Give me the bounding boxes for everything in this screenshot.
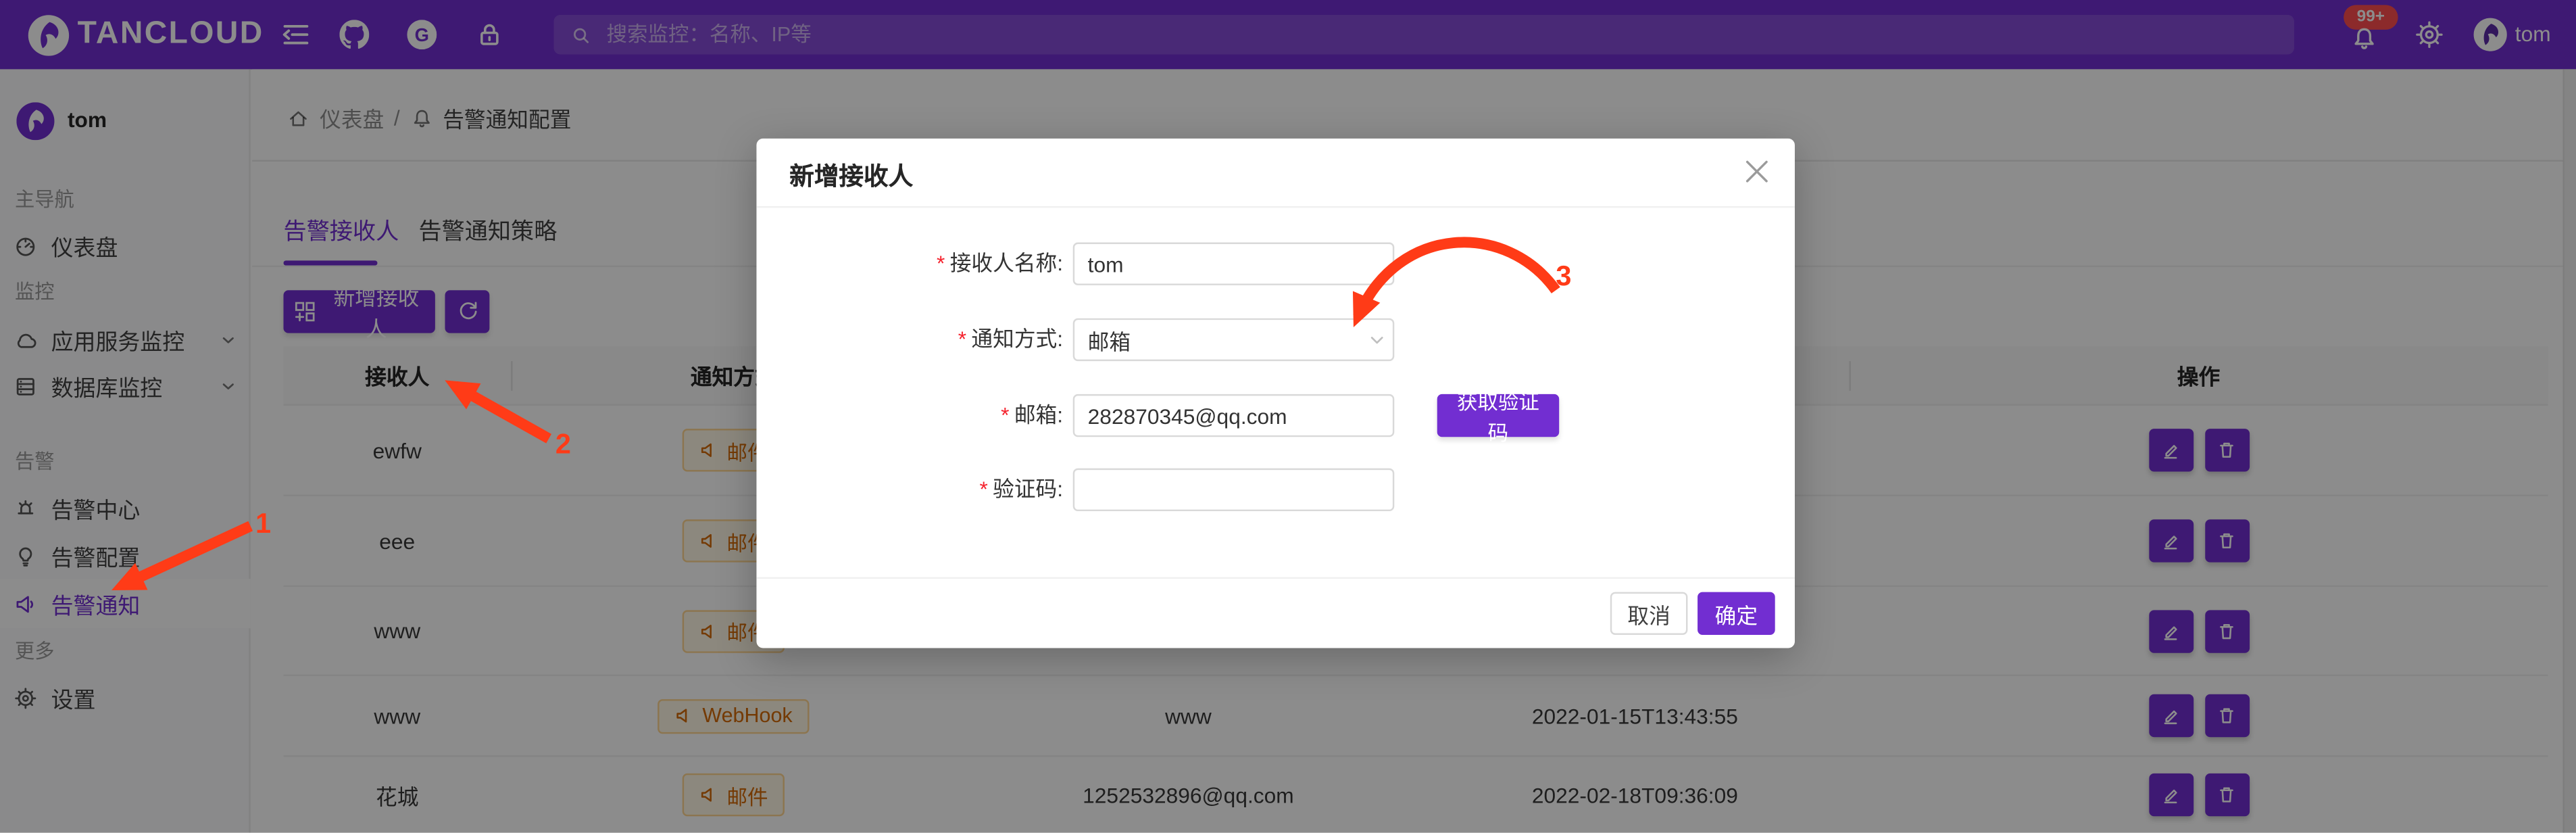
form-row-method: *通知方式:	[756, 318, 1795, 361]
email-input[interactable]	[1073, 394, 1395, 437]
verify-code-input[interactable]	[1073, 469, 1395, 511]
field-label: *接收人名称:	[733, 243, 1063, 285]
form-row-email: *邮箱: 获取验证码	[756, 394, 1795, 437]
confirm-button[interactable]: 确定	[1698, 592, 1775, 635]
receiver-name-input[interactable]	[1073, 243, 1395, 285]
modal-footer-divider	[756, 577, 1795, 579]
field-label: *邮箱:	[733, 394, 1063, 437]
get-code-button[interactable]: 获取验证码	[1437, 394, 1559, 437]
notify-method-select[interactable]	[1073, 318, 1395, 361]
add-receiver-modal: 新增接收人 *接收人名称: *通知方式: *邮箱: 获取验证码 *验证码: 取消	[756, 139, 1795, 648]
modal-title: 新增接收人	[789, 158, 913, 193]
close-icon[interactable]	[1745, 160, 1768, 183]
cancel-button[interactable]: 取消	[1610, 592, 1688, 635]
field-label: *验证码:	[733, 469, 1063, 511]
modal-header: 新增接收人	[756, 139, 1795, 208]
form-row-name: *接收人名称:	[756, 243, 1795, 285]
form-row-code: *验证码:	[756, 469, 1795, 511]
field-label: *通知方式:	[733, 318, 1063, 361]
app-window: TANCLOUD G 99+	[0, 0, 2576, 833]
